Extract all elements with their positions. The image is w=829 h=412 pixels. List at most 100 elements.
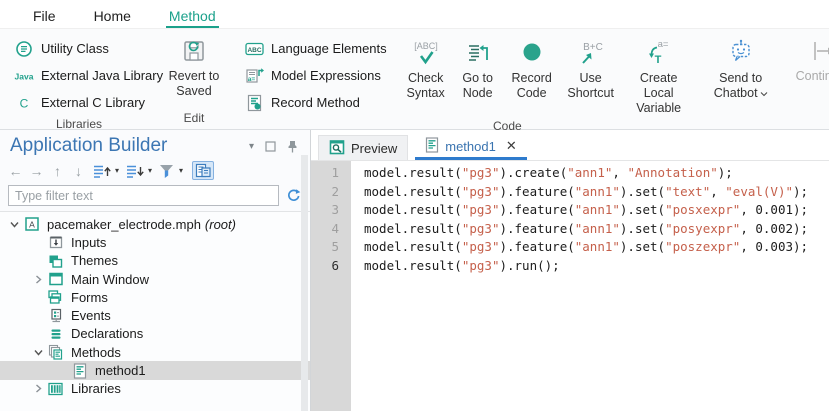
tree-item-forms[interactable]: Forms	[0, 288, 310, 306]
ribbon-group-libraries: Utility Class Java External Java Library…	[0, 29, 158, 129]
line-number: 2	[311, 183, 339, 202]
move-down-icon[interactable]: ↓	[71, 163, 86, 179]
line-number: 3	[311, 201, 339, 220]
check-syntax-button[interactable]: [ABC] Check Syntax	[399, 34, 453, 104]
tab-method1[interactable]: method1 ✕	[415, 135, 527, 160]
button-label: Language Elements	[271, 41, 387, 56]
button-label: Create Local Variable	[624, 71, 694, 115]
filter-chevron-icon[interactable]: ▾	[179, 166, 183, 175]
tree-item-main-window[interactable]: Main Window	[0, 270, 310, 288]
code-area[interactable]: model.result("pg3").create("ann1", "Anno…	[351, 161, 829, 411]
preview-icon	[329, 139, 345, 158]
record-code-button[interactable]: Record Code	[503, 34, 561, 104]
string-literal: "ann1"	[567, 165, 612, 180]
panel-menu-chevron-icon[interactable]: ▾	[249, 141, 254, 152]
create-local-variable-button[interactable]: a=T Create Local Variable	[621, 34, 697, 118]
tree-item-declarations[interactable]: Declarations	[0, 325, 310, 343]
chevron-expanded-icon[interactable]	[30, 348, 47, 357]
tree-item-label: Events	[71, 308, 111, 323]
expand-all-chevron-icon[interactable]: ▾	[115, 166, 119, 175]
application-tree: Apacemaker_electrode.mph(root) Inputs Them…	[0, 211, 310, 411]
menu-method[interactable]: Method	[166, 4, 219, 28]
svg-text:Java: Java	[15, 71, 34, 81]
model-expressions-icon: a=	[244, 67, 264, 85]
code-text: ).set(	[620, 184, 665, 199]
tree-item-themes[interactable]: Themes	[0, 252, 310, 270]
svg-text:T: T	[654, 54, 661, 66]
code-line: model.result("pg3").create("ann1", "Anno…	[364, 164, 829, 183]
tree-item-libraries[interactable]: Libraries	[0, 380, 310, 398]
main-window-icon	[47, 271, 64, 287]
close-icon[interactable]: ✕	[506, 138, 517, 154]
sidebar-scrollbar[interactable]	[301, 155, 308, 411]
chevron-expanded-icon[interactable]	[6, 220, 23, 229]
collapse-all-icon[interactable]	[125, 163, 144, 179]
collapse-all-chevron-icon[interactable]: ▾	[148, 166, 152, 175]
ribbon-group-continue: Continue	[785, 29, 829, 129]
tab-preview[interactable]: Preview	[318, 135, 408, 160]
ribbon-group-code: ABC Language Elements a= Model Expressio…	[230, 29, 785, 129]
external-java-library-button[interactable]: Java External Java Library	[10, 62, 167, 89]
button-label: External Java Library	[41, 68, 163, 83]
model-expressions-button[interactable]: a= Model Expressions	[240, 62, 391, 89]
send-to-chatbot-button[interactable]: Send to Chatbot	[697, 34, 785, 104]
filter-icon[interactable]	[158, 163, 175, 179]
chevron-collapsed-icon[interactable]	[30, 384, 47, 393]
tree-item-pacemaker-electrode-mph[interactable]: Apacemaker_electrode.mph(root)	[0, 215, 310, 233]
language-elements-button[interactable]: ABC Language Elements	[240, 35, 391, 62]
filter-input[interactable]	[8, 185, 279, 206]
string-literal: "ann1"	[575, 184, 620, 199]
forward-arrow-icon[interactable]: →	[29, 163, 44, 179]
code-editor[interactable]: 123456 model.result("pg3").create("ann1"…	[311, 161, 829, 411]
code-text: , 0.001);	[740, 202, 808, 217]
code-text: ).feature(	[499, 239, 574, 254]
pin-icon[interactable]	[287, 140, 298, 153]
use-shortcut-button[interactable]: B+C Use Shortcut	[561, 34, 621, 104]
filter-row	[0, 185, 310, 211]
libraries-icon	[47, 381, 64, 397]
code-text: ).set(	[620, 202, 665, 217]
external-c-library-button[interactable]: C External C Library	[10, 89, 167, 116]
panel-header: Application Builder ▾	[0, 130, 310, 157]
record-method-button[interactable]: Record Method	[240, 89, 391, 116]
tree-item-label: Forms	[71, 290, 108, 305]
code-text: model.result(	[364, 202, 462, 217]
back-arrow-icon[interactable]: ←	[8, 163, 23, 179]
menu-file[interactable]: File	[30, 4, 59, 28]
menu-home[interactable]: Home	[91, 4, 134, 28]
go-to-node-button[interactable]: Go to Node	[453, 34, 503, 104]
expand-all-icon[interactable]	[92, 163, 111, 179]
button-label: Model Expressions	[271, 68, 381, 83]
show-in-form-editor-toggle[interactable]	[192, 161, 214, 180]
inputs-icon	[47, 234, 64, 250]
group-label-edit: Edit	[158, 110, 230, 129]
code-line: model.result("pg3").feature("ann1").set(…	[364, 201, 829, 220]
tree-item-methods[interactable]: Methods	[0, 343, 310, 361]
string-literal: "ann1"	[575, 202, 620, 217]
move-up-icon[interactable]: ↑	[50, 163, 65, 179]
string-literal: "ann1"	[575, 239, 620, 254]
line-number: 6	[311, 257, 339, 276]
tab-label: Preview	[351, 141, 397, 156]
continue-button[interactable]: Continue	[785, 32, 829, 87]
revert-to-saved-button[interactable]: Revert to Saved	[158, 32, 230, 102]
revert-saved-icon	[180, 35, 208, 67]
refresh-icon[interactable]	[286, 188, 301, 203]
tree-item-method1[interactable]: method1	[0, 361, 310, 379]
declarations-icon	[47, 326, 64, 342]
chevron-collapsed-icon[interactable]	[30, 275, 47, 284]
code-text: model.result(	[364, 258, 462, 273]
button-label: Continue	[796, 69, 829, 84]
themes-icon	[47, 253, 64, 269]
tree-item-inputs[interactable]: Inputs	[0, 233, 310, 251]
tree-item-label: Inputs	[71, 235, 106, 250]
chevron-down-icon	[760, 86, 768, 101]
tree-item-label: Declarations	[71, 326, 143, 341]
tree-item-events[interactable]: Events	[0, 306, 310, 324]
string-literal: "eval(V)"	[725, 184, 793, 199]
svg-text:[ABC]: [ABC]	[414, 41, 438, 51]
code-text: model.result(	[364, 184, 462, 199]
restore-window-icon[interactable]	[265, 141, 276, 152]
string-literal: "poszexpr"	[665, 239, 740, 254]
utility-class-button[interactable]: Utility Class	[10, 35, 167, 62]
